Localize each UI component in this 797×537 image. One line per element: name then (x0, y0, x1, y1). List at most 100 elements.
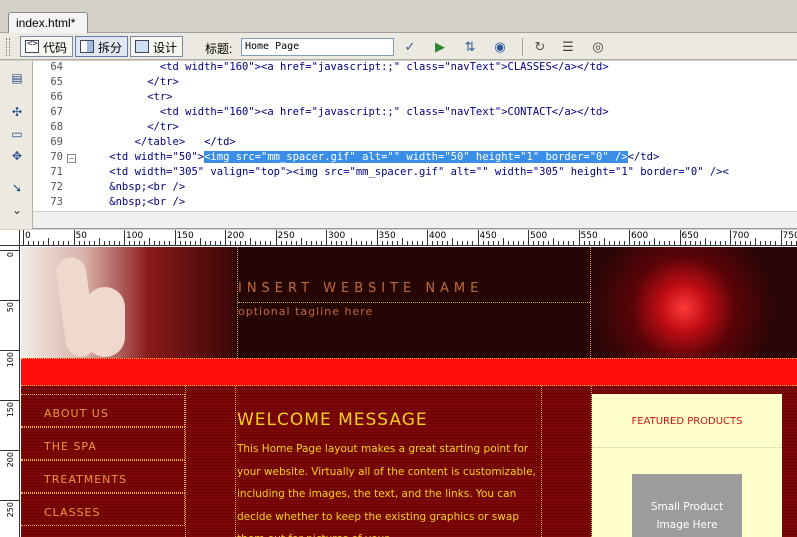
design-view-button[interactable]: 设计 (130, 36, 183, 57)
preview-in-browser-icon[interactable]: ▶ (430, 39, 450, 55)
ruler-tick (275, 230, 277, 245)
ruler-minor-tick (452, 238, 454, 245)
code-line[interactable]: <td width="305" valign="top"><img src="m… (84, 166, 729, 178)
ruler-label: 250 (6, 502, 15, 518)
ruler-label: 0 (25, 231, 31, 241)
ruler-tick (124, 230, 125, 245)
code-editor[interactable]: <td width="160"><a href="javascript:;" c… (84, 61, 797, 211)
ruler-minor-tick (295, 241, 297, 245)
refresh-icon[interactable]: ↻ (530, 39, 550, 55)
nav-item[interactable]: THE SPA (21, 427, 185, 460)
ruler-minor-tick (290, 241, 292, 245)
ruler-minor-tick (598, 241, 600, 245)
site-name: INSERT WEBSITE NAME (238, 281, 484, 296)
collapse-selection-icon[interactable]: ▭ (10, 127, 24, 141)
code-line[interactable]: </table> </td> (84, 136, 236, 148)
expand-all-icon[interactable]: ✥ (10, 149, 24, 163)
ruler-label: 100 (126, 231, 144, 241)
code-line[interactable]: <td width="50"><img src="mm_spacer.gif" … (84, 151, 659, 163)
site-tagline: optional tagline here (238, 305, 374, 318)
nav-item[interactable]: CLASSES (21, 493, 185, 526)
ruler-minor-tick (472, 241, 474, 245)
ruler-minor-tick (795, 241, 797, 245)
ruler-minor-tick (593, 241, 595, 245)
ruler-label: 600 (631, 231, 649, 241)
ruler-minor-tick (103, 241, 105, 245)
vertical-ruler: 0 50 100 150 200 250 (0, 246, 20, 537)
ruler-minor-tick (341, 241, 343, 245)
ruler-minor-tick (674, 241, 676, 245)
ruler-minor-tick (199, 238, 201, 245)
ruler-minor-tick (53, 241, 55, 245)
code-line[interactable]: </tr> (84, 76, 179, 88)
code-line[interactable]: <td width="160"><a href="javascript:;" c… (84, 61, 609, 73)
view-options-icon[interactable]: ☰ (558, 39, 578, 55)
selected-code[interactable]: <img src="mm_spacer.gif" alt="" width="5… (204, 151, 628, 163)
ruler-minor-tick (93, 241, 95, 245)
ruler-minor-tick (457, 241, 459, 245)
ruler-tick (174, 230, 176, 245)
ruler-minor-tick (502, 238, 504, 245)
select-parent-tag-icon[interactable]: ➘ (10, 181, 24, 195)
code-line[interactable]: <td width="160"><a href="javascript:;" c… (84, 106, 609, 118)
ruler-tick (629, 230, 630, 245)
ruler-minor-tick (346, 241, 348, 245)
ruler-minor-tick (209, 241, 211, 245)
code-line[interactable]: &nbsp;<br /> (84, 181, 185, 193)
ruler-tick (477, 230, 479, 245)
ruler-minor-tick (396, 241, 398, 245)
document-tab[interactable]: index.html* (8, 12, 88, 34)
ruler-minor-tick (533, 241, 535, 245)
ruler-minor-tick (719, 241, 721, 245)
line-number: 72 (50, 181, 63, 193)
ruler-minor-tick (43, 241, 45, 245)
ruler-minor-tick (467, 241, 469, 245)
ruler-minor-tick (512, 241, 514, 245)
ruler-minor-tick (98, 238, 100, 245)
file-transfer-icon[interactable]: ⇅ (460, 39, 480, 55)
fold-toggle[interactable]: − (67, 154, 76, 163)
globe-icon[interactable]: ◉ (490, 39, 510, 55)
ruler-origin[interactable] (0, 230, 20, 246)
code-view-button[interactable]: 代码 (20, 36, 73, 57)
toolbar-grip[interactable] (6, 38, 10, 56)
ruler-tick (326, 230, 327, 245)
ruler-minor-tick (548, 241, 550, 245)
code-line[interactable]: </tr> (84, 121, 179, 133)
horizontal-scrollbar[interactable] (33, 211, 797, 228)
ruler-tick (0, 500, 19, 501)
ruler-label: 0 (6, 252, 15, 258)
product-image-placeholder[interactable]: Small Product Image Here (632, 474, 742, 537)
split-view-button[interactable]: 拆分 (75, 36, 128, 57)
collapse-tag-icon[interactable]: ✣ (10, 105, 24, 119)
ruler-minor-tick (68, 241, 70, 245)
ruler-minor-tick (740, 241, 742, 245)
ruler-minor-tick (664, 241, 666, 245)
ruler-tick (0, 250, 19, 251)
validate-icon[interactable]: ✓ (400, 39, 420, 55)
ruler-minor-tick (790, 241, 792, 245)
more-chevron-icon[interactable]: ⌄ (10, 203, 24, 217)
ruler-minor-tick (760, 241, 762, 245)
ruler-minor-tick (33, 241, 35, 245)
ruler-minor-tick (644, 241, 646, 245)
code-line[interactable]: &nbsp;<br /> (84, 196, 185, 208)
ruler-label: 100 (6, 352, 15, 368)
ruler-minor-tick (714, 241, 716, 245)
ruler-label: 400 (429, 231, 447, 241)
ruler-minor-tick (285, 241, 287, 245)
design-canvas[interactable]: INSERT WEBSITE NAME optional tagline her… (21, 247, 797, 537)
title-input[interactable]: Home Page (241, 38, 394, 56)
ruler-minor-tick (139, 241, 141, 245)
ruler-tick (528, 230, 529, 245)
nav-item[interactable]: TREATMENTS (21, 460, 185, 493)
ruler-label: 300 (328, 231, 346, 241)
nav-item[interactable]: ABOUT US (21, 394, 185, 427)
ruler-minor-tick (336, 241, 338, 245)
ruler-minor-tick (583, 241, 585, 245)
ruler-minor-tick (315, 241, 317, 245)
visual-aids-icon[interactable]: ◎ (588, 39, 608, 55)
code-line[interactable]: <tr> (84, 91, 172, 103)
ruler-minor-tick (108, 241, 110, 245)
open-documents-icon[interactable]: ▤ (10, 71, 24, 85)
